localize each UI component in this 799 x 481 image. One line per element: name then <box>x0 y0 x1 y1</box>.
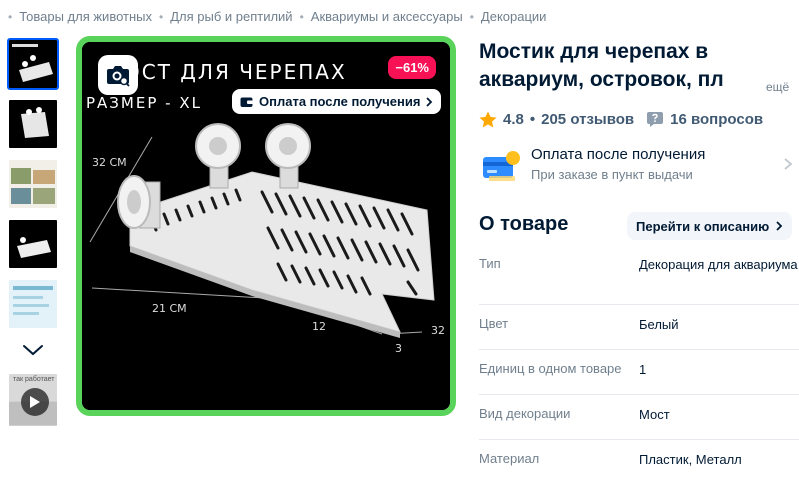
star-icon <box>479 111 497 128</box>
payment-option-subtitle: При заказе в пункт выдачи <box>531 167 693 182</box>
spec-row-material: Материал Пластик, Металл <box>479 440 799 481</box>
spec-value: Белый <box>639 317 679 332</box>
breadcrumb-item-decorations[interactable]: Декорации <box>481 9 547 24</box>
spec-name: Тип <box>479 256 501 271</box>
spec-name: Цвет <box>479 316 509 331</box>
spec-name: Вид декорации <box>479 406 571 421</box>
thumbnail-image <box>9 220 57 268</box>
go-to-description-label: Перейти к описанию <box>636 218 770 234</box>
product-title-line-2: аквариум, островок, пл <box>479 68 724 91</box>
spec-row-decoration-kind: Вид декорации Мост <box>479 395 799 440</box>
pay-after-receipt-label: Оплата после получения <box>259 94 421 109</box>
spec-value: Мост <box>639 407 670 422</box>
breadcrumb-separator: • <box>299 9 304 24</box>
payment-option-title: Оплата после получения <box>531 146 706 163</box>
question-chat-icon <box>647 112 664 127</box>
wallet-icon <box>240 97 254 107</box>
spec-name: Единиц в одном товаре <box>479 361 622 376</box>
spec-value: 1 <box>639 362 647 377</box>
rating-row: 4.8 • 205 отзывов 16 вопросов <box>479 111 763 128</box>
thumbnail-4[interactable] <box>7 218 59 270</box>
video-thumbnail-caption: так работает <box>13 376 55 383</box>
thumbnail-image <box>9 40 57 88</box>
thumbnail-3[interactable] <box>7 158 59 210</box>
photo-dim-12: 12 <box>312 320 326 333</box>
payment-card-icon <box>483 151 520 181</box>
discount-badge: −61% <box>388 56 436 79</box>
photo-dim-32-right: 32 <box>431 324 445 337</box>
breadcrumb-item-pets[interactable]: Товары для животных <box>19 9 152 24</box>
thumbnail-2[interactable] <box>7 98 59 150</box>
chevron-right-icon <box>776 221 783 231</box>
chevron-right-icon <box>784 158 793 170</box>
thumbnail-image <box>9 160 57 208</box>
thumbnails-scroll-down-button[interactable] <box>7 338 59 362</box>
photo-dim-3: 3 <box>395 342 402 355</box>
about-product-heading: О товаре <box>479 213 569 235</box>
breadcrumb-separator: • <box>8 9 13 24</box>
go-to-description-button[interactable]: Перейти к описанию <box>627 212 793 240</box>
reviews-link[interactable]: 205 отзывов <box>541 111 634 128</box>
specs-table: Тип Декорация для аквариума Цвет Белый Е… <box>479 245 799 481</box>
main-product-image[interactable]: ОСТ ДЛЯ ЧЕРЕПАХ РАЗМЕР - XL 32 CM 21 CM … <box>76 36 456 416</box>
spec-value: Декорация для аквариума <box>639 257 798 272</box>
chevron-right-icon <box>426 96 433 107</box>
rating-value: 4.8 <box>503 111 524 128</box>
thumbnail-image <box>9 100 57 148</box>
spec-row-units: Единиц в одном товаре 1 <box>479 350 799 395</box>
payment-option[interactable]: Оплата после получения При заказе в пунк… <box>479 145 799 185</box>
photo-size-text: РАЗМЕР - XL <box>86 94 202 112</box>
spec-row-color: Цвет Белый <box>479 305 799 350</box>
photo-dim-21: 21 CM <box>152 302 187 315</box>
thumbnail-1[interactable] <box>7 38 59 90</box>
thumbnail-5[interactable] <box>7 278 59 330</box>
camera-search-icon <box>107 66 130 87</box>
spec-row-type: Тип Декорация для аквариума <box>479 245 799 305</box>
breadcrumb-separator: • <box>469 9 474 24</box>
rating-separator: • <box>529 111 536 128</box>
video-thumbnail[interactable]: так работает <box>7 372 59 428</box>
photo-heading-text: ОСТ ДЛЯ ЧЕРЕПАХ <box>124 60 347 84</box>
product-title: Мостик для черепах в аквариум, островок,… <box>479 38 779 94</box>
breadcrumb-item-aquariums[interactable]: Аквариумы и аксессуары <box>311 9 463 24</box>
photo-dim-32-left: 32 CM <box>92 156 127 169</box>
image-search-button[interactable] <box>98 55 138 95</box>
play-icon <box>21 388 49 416</box>
spec-value: Пластик, Металл <box>639 452 742 467</box>
breadcrumb-item-fish-reptiles[interactable]: Для рыб и рептилий <box>170 9 292 24</box>
thumbnail-list: так работает <box>7 38 63 436</box>
breadcrumb: • Товары для животных • Для рыб и рептил… <box>8 9 546 24</box>
questions-link[interactable]: 16 вопросов <box>670 111 763 128</box>
title-more-link[interactable]: ещё <box>766 80 789 94</box>
thumbnail-image <box>9 280 57 328</box>
spec-name: Материал <box>479 451 540 466</box>
product-title-line-1: Мостик для черепах в <box>479 40 709 63</box>
pay-after-receipt-chip[interactable]: Оплата после получения <box>232 89 442 114</box>
chevron-down-icon <box>23 345 43 356</box>
breadcrumb-separator: • <box>159 9 164 24</box>
